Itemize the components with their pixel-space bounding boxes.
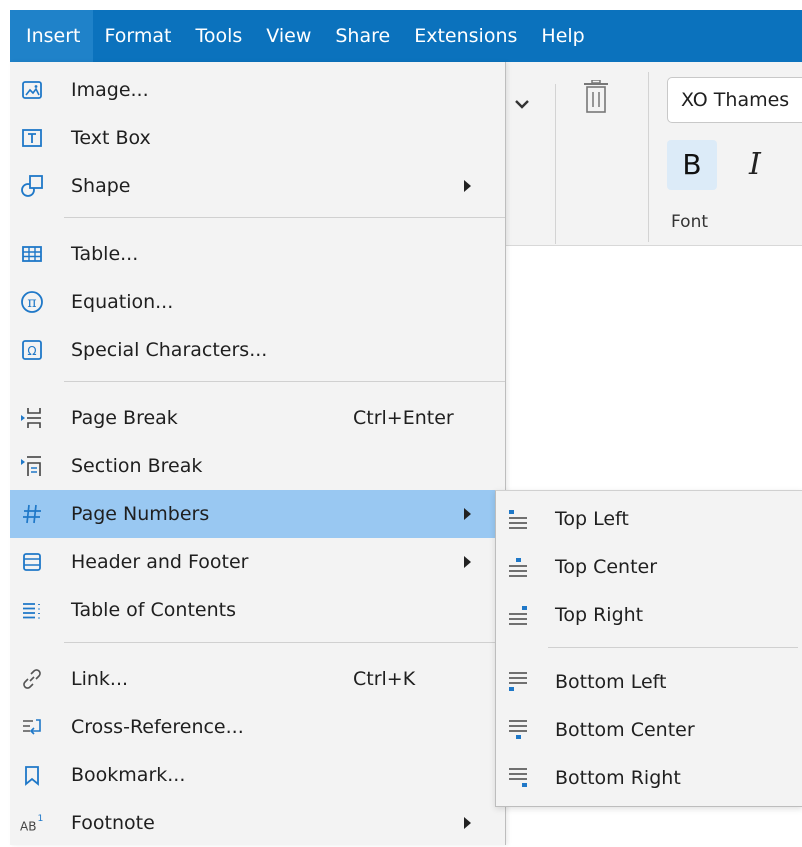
special-characters-icon: Ω	[20, 338, 44, 362]
menu-item-link[interactable]: Link... Ctrl+K	[10, 655, 505, 703]
trash-icon[interactable]	[583, 79, 609, 118]
submenu-item-bottom-left[interactable]: Bottom Left	[496, 658, 802, 706]
menu-item-special-characters[interactable]: Ω Special Characters...	[10, 326, 505, 374]
submenu-arrow-icon	[464, 817, 471, 829]
menu-item-label: Header and Footer	[71, 551, 249, 573]
bold-button[interactable]: B	[667, 140, 717, 190]
submenu-item-top-right[interactable]: Top Right	[496, 591, 802, 639]
menu-item-footnote[interactable]: AB 1 Footnote	[10, 799, 505, 847]
menu-extensions[interactable]: Extensions	[402, 10, 529, 62]
menu-item-header-and-footer[interactable]: Header and Footer	[10, 538, 505, 586]
submenu-arrow-icon	[464, 508, 471, 520]
menu-item-label: Bookmark...	[71, 764, 186, 786]
menu-item-cross-reference[interactable]: Cross-Reference...	[10, 703, 505, 751]
submenu-item-bottom-right[interactable]: Bottom Right	[496, 754, 802, 802]
menu-item-table[interactable]: Table...	[10, 230, 505, 278]
menu-help[interactable]: Help	[529, 10, 596, 62]
toolbar-divider	[648, 72, 649, 242]
menu-item-label: Footnote	[71, 812, 155, 834]
menu-bar: Insert Format Tools View Share Extension…	[10, 10, 802, 62]
bottom-right-icon	[506, 766, 532, 792]
menu-item-label: Table...	[71, 243, 139, 265]
page-break-icon	[20, 406, 44, 430]
menu-separator	[548, 647, 798, 648]
submenu-item-label: Top Right	[555, 604, 644, 626]
link-icon	[20, 667, 44, 691]
menu-item-label: Image...	[71, 79, 149, 101]
italic-button[interactable]: I	[749, 140, 779, 190]
menu-share[interactable]: Share	[323, 10, 402, 62]
text-box-icon	[20, 126, 44, 150]
menu-item-label: Page Break	[71, 407, 178, 429]
menu-item-shape[interactable]: Shape	[10, 162, 505, 210]
toolbar-divider	[555, 84, 556, 244]
bottom-center-icon	[506, 718, 532, 744]
menu-item-page-numbers[interactable]: Page Numbers	[10, 490, 505, 538]
page-numbers-submenu: Top Left Top Center Top Right Bottom Lef…	[495, 490, 802, 807]
image-icon	[20, 78, 44, 102]
menu-separator	[64, 642, 505, 643]
svg-text:1: 1	[38, 813, 44, 824]
menu-item-label: Text Box	[71, 127, 151, 149]
bookmark-icon	[20, 763, 44, 787]
font-name-field[interactable]: XO Thames	[667, 77, 802, 123]
equation-icon: π	[20, 290, 44, 314]
shape-icon	[20, 174, 44, 198]
menu-item-bookmark[interactable]: Bookmark...	[10, 751, 505, 799]
menu-item-section-break[interactable]: Section Break	[10, 442, 505, 490]
menu-item-label: Page Numbers	[71, 503, 210, 525]
menu-item-table-of-contents[interactable]: Table of Contents	[10, 586, 505, 634]
submenu-item-label: Top Center	[555, 556, 658, 578]
menu-item-label: Shape	[71, 175, 131, 197]
insert-menu: Image... Text Box Shape Table... π Equat…	[10, 62, 506, 845]
menu-item-label: Cross-Reference...	[71, 716, 244, 738]
chevron-down-icon[interactable]	[514, 95, 530, 114]
top-center-icon	[506, 555, 532, 581]
section-break-icon	[20, 454, 44, 478]
menu-view[interactable]: View	[254, 10, 323, 62]
menu-format[interactable]: Format	[93, 10, 184, 62]
top-right-icon	[506, 603, 532, 629]
top-left-icon	[506, 507, 532, 533]
svg-text:AB: AB	[20, 819, 36, 833]
header-footer-icon	[20, 550, 44, 574]
footnote-icon: AB 1	[20, 811, 44, 835]
menu-item-label: Link...	[71, 668, 129, 690]
menu-tools[interactable]: Tools	[183, 10, 254, 62]
menu-separator	[64, 217, 505, 218]
menu-item-text-box[interactable]: Text Box	[10, 114, 505, 162]
submenu-item-label: Top Left	[555, 508, 629, 530]
shortcut-label: Ctrl+K	[353, 668, 416, 690]
submenu-item-top-left[interactable]: Top Left	[496, 495, 802, 543]
submenu-item-label: Bottom Center	[555, 719, 695, 741]
menu-item-page-break[interactable]: Page Break Ctrl+Enter	[10, 394, 505, 442]
table-icon	[20, 242, 44, 266]
submenu-item-label: Bottom Left	[555, 671, 667, 693]
submenu-item-label: Bottom Right	[555, 767, 681, 789]
submenu-item-top-center[interactable]: Top Center	[496, 543, 802, 591]
menu-separator	[64, 381, 505, 382]
svg-text:Ω: Ω	[27, 344, 36, 358]
menu-item-image[interactable]: Image...	[10, 66, 505, 114]
shortcut-label: Ctrl+Enter	[353, 407, 454, 429]
hash-icon	[20, 502, 44, 526]
menu-insert[interactable]: Insert	[10, 10, 93, 62]
toolbar: XO Thames B I Font	[505, 62, 802, 246]
cross-reference-icon	[20, 715, 44, 739]
submenu-arrow-icon	[464, 180, 471, 192]
font-group-label: Font	[671, 212, 709, 232]
menu-item-label: Equation...	[71, 291, 174, 313]
table-of-contents-icon	[20, 598, 44, 622]
menu-item-label: Table of Contents	[71, 599, 236, 621]
submenu-item-bottom-center[interactable]: Bottom Center	[496, 706, 802, 754]
submenu-arrow-icon	[464, 556, 471, 568]
menu-item-label: Special Characters...	[71, 339, 268, 361]
bottom-left-icon	[506, 670, 532, 696]
svg-text:π: π	[27, 295, 36, 311]
menu-item-equation[interactable]: π Equation...	[10, 278, 505, 326]
menu-item-label: Section Break	[71, 455, 203, 477]
